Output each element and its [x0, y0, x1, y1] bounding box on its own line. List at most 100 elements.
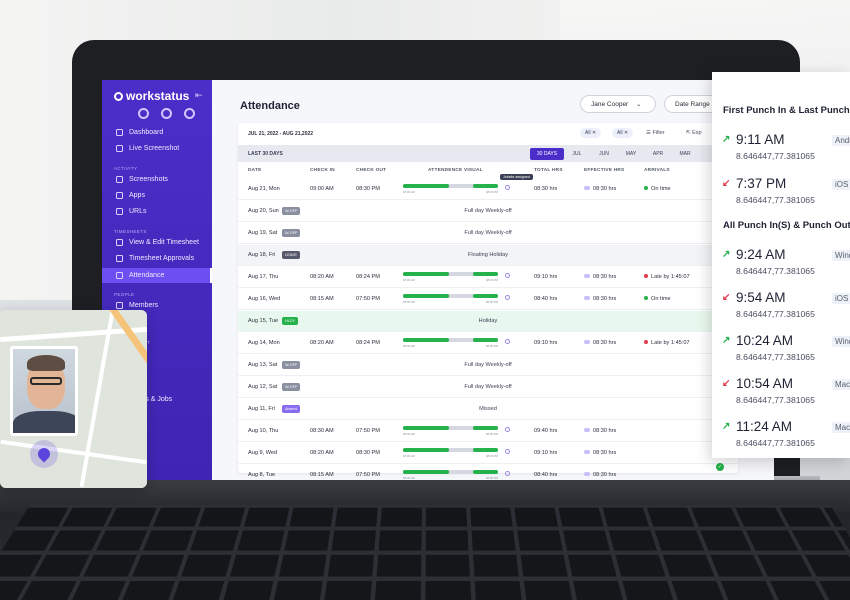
table-row[interactable]: Aug 9, Wed 08:20 AM 08:30 PM 08:00 AM 08:00 … — [238, 443, 738, 464]
tab-may[interactable]: MAY — [623, 148, 639, 160]
table-row[interactable]: Aug 16, Wed 08:15 AM 07:50 PM 08:00 AM 08:00… — [238, 289, 738, 310]
arrow-down-left-icon: ↙ — [722, 378, 731, 389]
table-row[interactable]: Aug 19, Sat W-OFF Full day Weekly-off — [238, 223, 738, 244]
sidebar-item-live-screenshot[interactable]: Live Screenshot — [102, 141, 212, 156]
sidebar-item-apps[interactable]: Apps — [102, 188, 212, 203]
collapse-sidebar-icon[interactable]: ⇤ — [195, 90, 203, 101]
photo-glasses — [30, 377, 62, 385]
sidebar-item-screenshots[interactable]: Screenshots — [102, 172, 212, 187]
punch-entry[interactable]: ↗ 9:24 AM 8.646447,77.381065 Window — [722, 247, 850, 287]
close-icon[interactable]: ✕ — [624, 130, 628, 136]
bar-tick-label: 08:00 AM — [403, 190, 415, 194]
table-row[interactable]: Aug 13, Sat W-OFF Full day Weekly-off — [238, 355, 738, 376]
arrival-text: On time — [651, 186, 671, 192]
tab-jul[interactable]: JUL — [569, 148, 585, 160]
table-row[interactable]: Aug 18, Fri LEAVE Floating Holiday — [238, 245, 738, 266]
tab-mar[interactable]: MAR — [677, 148, 693, 160]
filter-chip[interactable]: All ✕ — [580, 128, 602, 138]
arrow-down-left-icon: ↙ — [722, 292, 731, 303]
table-row[interactable]: Aug 17, Thu 08:20 AM 08:24 PM 08:00 AM 08:00… — [238, 267, 738, 288]
punch-entry[interactable]: ↙ 7:37 PM 8.646447,77.381065 iOS — [722, 176, 850, 216]
approval-icon — [116, 255, 123, 262]
sidebar-item-label: Members — [129, 302, 159, 309]
jobsite-pin-icon[interactable] — [505, 427, 510, 432]
arrival-status: Late by 1:45:07 — [644, 340, 690, 346]
jobsite-pin-icon[interactable] — [505, 471, 510, 476]
row-date: Aug 16, Wed — [248, 296, 281, 302]
arrival-text: Late by 1:45:07 — [651, 340, 690, 346]
punch-time: 9:11 AM — [736, 132, 785, 147]
location-pin-icon[interactable] — [30, 440, 58, 468]
timer-icon[interactable] — [138, 108, 149, 119]
punch-entry[interactable]: ↗ 11:24 AM 8.646447,77.381065 MacO — [722, 419, 850, 458]
brand-logo[interactable]: workstatus — [114, 89, 189, 103]
sidebar-item-attendance[interactable]: Attendance — [102, 268, 212, 283]
check-out-time: 08:24 PM — [356, 274, 380, 280]
punch-time: 10:24 AM — [736, 333, 794, 348]
jobsite-pin-icon[interactable] — [505, 185, 510, 190]
punch-entry[interactable]: ↙ 10:54 AM 8.646447,77.381065 MacO — [722, 376, 850, 416]
bar-tick-label: 08:00 PM — [486, 190, 498, 194]
effective-hrs-icon — [584, 186, 590, 190]
export-button[interactable]: ⇱ Exp — [686, 130, 702, 136]
brand-name: workstatus — [126, 89, 190, 103]
tab-jun[interactable]: JUN — [596, 148, 612, 160]
row-date: Aug 14, Mon — [248, 340, 280, 346]
punch-os-badge: Window — [832, 336, 850, 347]
sidebar-item-label: Timesheet Approvals — [129, 255, 195, 262]
arrival-text: On time — [651, 296, 671, 302]
table-row[interactable]: Aug 12, Sat W-OFF Full day Weekly-off — [238, 377, 738, 398]
attendance-bar — [403, 470, 498, 474]
jobsite-pin-icon[interactable] — [505, 273, 510, 278]
row-note: Floating Holiday — [467, 252, 509, 258]
punch-os-badge: iOS — [832, 293, 850, 304]
sidebar-item-label: Apps — [129, 192, 145, 199]
check-out-time: 08:30 PM — [356, 186, 380, 192]
punch-entry[interactable]: ↙ 9:54 AM 8.646447,77.381065 iOS — [722, 290, 850, 330]
effective-hrs-cell: 08:30 hrs — [584, 296, 616, 302]
close-icon[interactable]: ✕ — [592, 130, 596, 136]
bell-icon[interactable] — [184, 108, 195, 119]
sidebar-item-label: View & Edit Timesheet — [129, 239, 199, 246]
photo-hair — [27, 355, 65, 371]
punch-coordinates: 8.646447,77.381065 — [736, 352, 815, 362]
sidebar-item-dashboard[interactable]: Dashboard — [102, 125, 212, 140]
punch-coordinates: 8.646447,77.381065 — [736, 395, 815, 405]
table-row[interactable]: Aug 20, Sun W-OFF Full day Weekly-off — [238, 201, 738, 222]
jobsite-pin-icon[interactable] — [505, 449, 510, 454]
punch-entry[interactable]: ↗ 10:24 AM 8.646447,77.381065 Window — [722, 333, 850, 373]
bar-segment — [473, 470, 498, 474]
tab-apr[interactable]: APR — [650, 148, 666, 160]
bar-segment — [473, 448, 498, 452]
status-dot-icon — [644, 340, 648, 344]
clock-icon[interactable] — [161, 108, 172, 119]
arrival-text: Late by 1:45:07 — [651, 274, 690, 280]
bar-tick-label: 08:00 AM — [403, 278, 415, 282]
arrow-up-right-icon: ↗ — [722, 335, 731, 346]
bar-segment — [473, 272, 498, 276]
tab-30-days[interactable]: 30 DAYS — [530, 148, 564, 160]
table-row[interactable]: Aug 14, Mon 08:20 AM 08:24 PM 08:00 AM 08:00… — [238, 333, 738, 354]
sidebar-item-view-edit-timesheet[interactable]: View & Edit Timesheet — [102, 235, 212, 250]
table-row[interactable]: Aug 10, Thu 08:30 AM 07:50 PM 08:00 AM 08:00… — [238, 421, 738, 442]
jobsite-pin-icon[interactable] — [505, 295, 510, 300]
timesheet-icon — [116, 239, 123, 246]
filter-button[interactable]: ☰ Filter — [646, 130, 665, 136]
first-last-punch-title: First Punch In & Last Punch — [723, 105, 850, 116]
filter-chip[interactable]: All ✕ — [612, 128, 634, 138]
filter-icon: ☰ — [646, 130, 651, 136]
jobsite-pin-icon[interactable] — [505, 339, 510, 344]
user-dropdown[interactable]: Jane Cooper ⌄ — [580, 95, 656, 113]
table-row[interactable]: Aug 8, Tue 08:15 AM 07:50 PM 08:00 AM 08:00 … — [238, 465, 738, 480]
punch-entry[interactable]: ↗ 9:11 AM 8.646447,77.381065 Androi — [722, 132, 850, 172]
table-row[interactable]: Aug 11, Fri Absent Missed — [238, 399, 738, 420]
export-label: Exp — [692, 130, 702, 136]
bar-ticks: 08:00 AM 08:00 PM — [403, 432, 498, 436]
attendance-bar — [403, 338, 498, 342]
sidebar-item-timesheet-approvals[interactable]: Timesheet Approvals — [102, 251, 212, 266]
bar-segment — [403, 338, 449, 342]
table-row[interactable]: Aug 21, Mon 09:00 AM 08:30 PM 08:00 AM 08:00… — [238, 179, 738, 200]
sidebar-item-urls[interactable]: URLs — [102, 204, 212, 219]
punch-os-badge: Window — [832, 250, 850, 261]
table-row[interactable]: Aug 15, Tue HLDY Holiday — [238, 311, 738, 332]
